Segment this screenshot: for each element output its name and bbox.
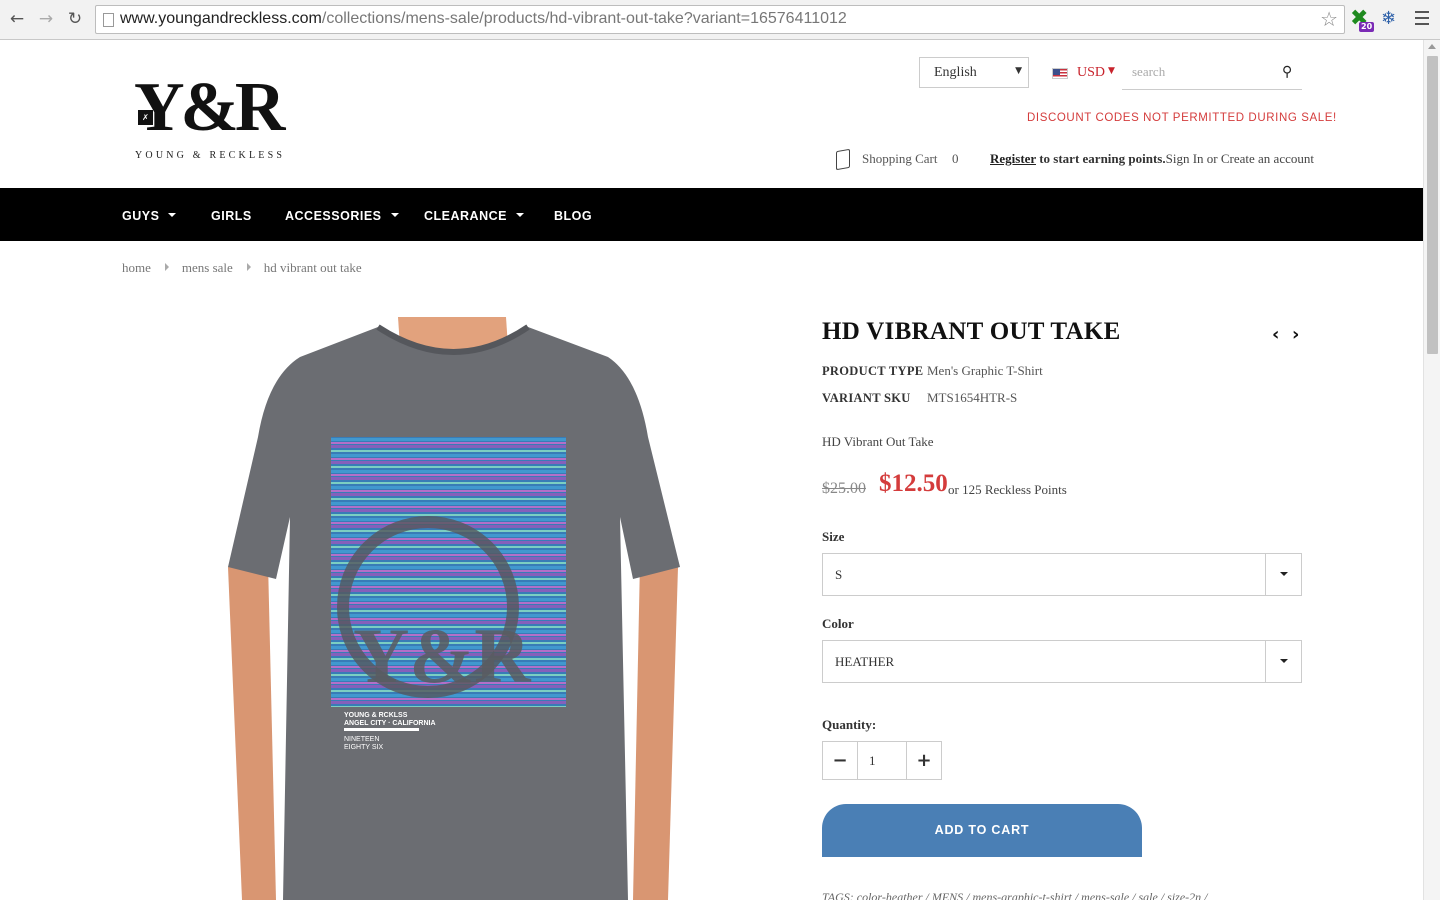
caret-down-icon (390, 213, 399, 217)
search-input[interactable] (1132, 64, 1272, 80)
main-navigation: GUYS GIRLS ACCESSORIES CLEARANCE BLOG (0, 188, 1423, 241)
reward-points: or 125 Reckless Points (948, 482, 1067, 497)
shopping-bag-icon (836, 148, 850, 171)
register-link[interactable]: Register (990, 151, 1036, 166)
site-logo[interactable]: Y&R ✗ YOUNG & RECKLESS (134, 69, 294, 166)
print-line-4: EIGHTY SIX (344, 744, 383, 751)
breadcrumb-separator-icon (246, 263, 251, 271)
url-path: /collections/mens-sale/products/hd-vibra… (321, 10, 847, 27)
back-icon[interactable]: ← (6, 8, 28, 30)
nav-item-girls[interactable]: GIRLS (211, 209, 252, 223)
extension-badge: 20 (1359, 22, 1375, 32)
currency-value: USD (1077, 65, 1106, 80)
product-tags: TAGS: color-heather / MENS / mens-graphi… (822, 890, 1208, 900)
logo-tagline: YOUNG & RECKLESS (135, 150, 286, 161)
breadcrumb-mens-sale[interactable]: mens sale (182, 260, 233, 275)
original-price: $25.00 (822, 480, 866, 497)
print-line-3: NINETEEN (344, 736, 379, 743)
account-links: Register to start earning points.Sign In… (990, 151, 1314, 167)
print-line-1: YOUNG & RCKLSS (344, 712, 408, 719)
logo-mark: Y&R (134, 69, 285, 146)
cart-count: 0 (952, 151, 959, 166)
nav-item-blog[interactable]: BLOG (554, 209, 592, 223)
search-icon[interactable]: ⚲ (1282, 64, 1292, 80)
cart-label: Shopping Cart (862, 151, 938, 166)
breadcrumb: home mens sale hd vibrant out take (122, 260, 362, 276)
chevron-down-icon[interactable] (1265, 641, 1301, 682)
product-type-value: Men's Graphic T-Shirt (927, 363, 1043, 378)
search-box: ⚲ (1122, 57, 1302, 90)
nav-item-label: GUYS (122, 209, 160, 223)
product-title: HD VIBRANT OUT TAKE (822, 318, 1121, 345)
logo-stamp-icon: ✗ (138, 110, 153, 125)
reload-icon[interactable]: ↻ (64, 8, 86, 30)
size-select[interactable]: S (822, 553, 1302, 596)
add-to-cart-button[interactable]: ADD TO CART (822, 804, 1142, 857)
nav-item-label: BLOG (554, 209, 593, 223)
scroll-up-arrow-icon[interactable] (1428, 44, 1436, 49)
minus-icon[interactable]: − (823, 742, 858, 779)
sale-price: $12.50 (879, 470, 948, 497)
product-image[interactable]: Y&R YOUNG & RCKLSS ANGEL CITY · CALIFORN… (228, 317, 680, 900)
scrollbar-thumb[interactable] (1427, 56, 1438, 354)
product-description: HD Vibrant Out Take (822, 434, 934, 449)
nav-item-clearance[interactable]: CLEARANCE (424, 209, 524, 223)
discount-notice: DISCOUNT CODES NOT PERMITTED DURING SALE… (1027, 112, 1337, 124)
signin-link[interactable]: Sign In or Create an account (1166, 151, 1314, 166)
url-domain: www.youngandreckless.com (120, 10, 322, 27)
breadcrumb-current: hd vibrant out take (263, 260, 362, 275)
caret-down-icon (515, 213, 524, 217)
color-value: HEATHER (835, 654, 895, 669)
quantity-label: Quantity: (822, 717, 877, 732)
address-bar[interactable]: www.youngandreckless.com/collections/men… (95, 5, 1345, 34)
prev-product-chevron-left-icon[interactable]: ‹ (1272, 324, 1279, 345)
browser-menu-icon[interactable] (1415, 11, 1429, 25)
extension-bird-icon[interactable]: ❄ (1381, 8, 1405, 32)
us-flag-icon (1052, 68, 1068, 79)
next-product-chevron-right-icon[interactable]: › (1292, 324, 1299, 345)
color-label: Color (822, 616, 854, 631)
breadcrumb-home[interactable]: home (122, 260, 151, 275)
quantity-input[interactable]: 1 (869, 753, 876, 769)
page-icon (103, 13, 114, 27)
product-type-label: PRODUCT TYPE (822, 364, 924, 378)
svg-text:Y&R: Y&R (353, 612, 532, 699)
language-select[interactable]: English ▼ (919, 57, 1029, 88)
tshirt-photo: Y&R YOUNG & RCKLSS ANGEL CITY · CALIFORN… (228, 317, 680, 900)
print-line-2: ANGEL CITY · CALIFORNIA (344, 720, 436, 727)
plus-icon[interactable]: + (906, 742, 941, 779)
caret-down-icon (168, 213, 177, 217)
chevron-down-icon: ▼ (1015, 66, 1022, 76)
size-value: S (835, 567, 843, 582)
chevron-down-icon[interactable] (1265, 554, 1301, 595)
breadcrumb-separator-icon (164, 263, 169, 271)
url-text: www.youngandreckless.com/collections/men… (120, 10, 847, 28)
chevron-down-icon: ▼ (1108, 66, 1115, 76)
language-value: English (934, 65, 977, 80)
nav-item-accessories[interactable]: ACCESSORIES (285, 209, 399, 223)
size-label: Size (822, 529, 845, 544)
color-select[interactable]: HEATHER (822, 640, 1302, 683)
quantity-stepper: − 1 + (822, 741, 942, 780)
sku-value: MTS1654HTR-S (927, 390, 1018, 405)
register-text: to start earning points. (1035, 151, 1166, 166)
sku-label: VARIANT SKU (822, 391, 911, 405)
extension-x-icon[interactable]: ✖ 20 (1350, 8, 1375, 32)
page-scrollbar[interactable] (1423, 40, 1440, 900)
nav-item-label: ACCESSORIES (285, 209, 382, 223)
bookmark-star-icon[interactable]: ☆ (1320, 7, 1338, 31)
forward-icon[interactable]: → (35, 8, 57, 30)
nav-item-label: CLEARANCE (424, 209, 507, 223)
browser-toolbar: ← → ↻ www.youngandreckless.com/collectio… (0, 0, 1440, 40)
nav-item-label: GIRLS (211, 209, 252, 223)
nav-item-guys[interactable]: GUYS (122, 209, 177, 223)
